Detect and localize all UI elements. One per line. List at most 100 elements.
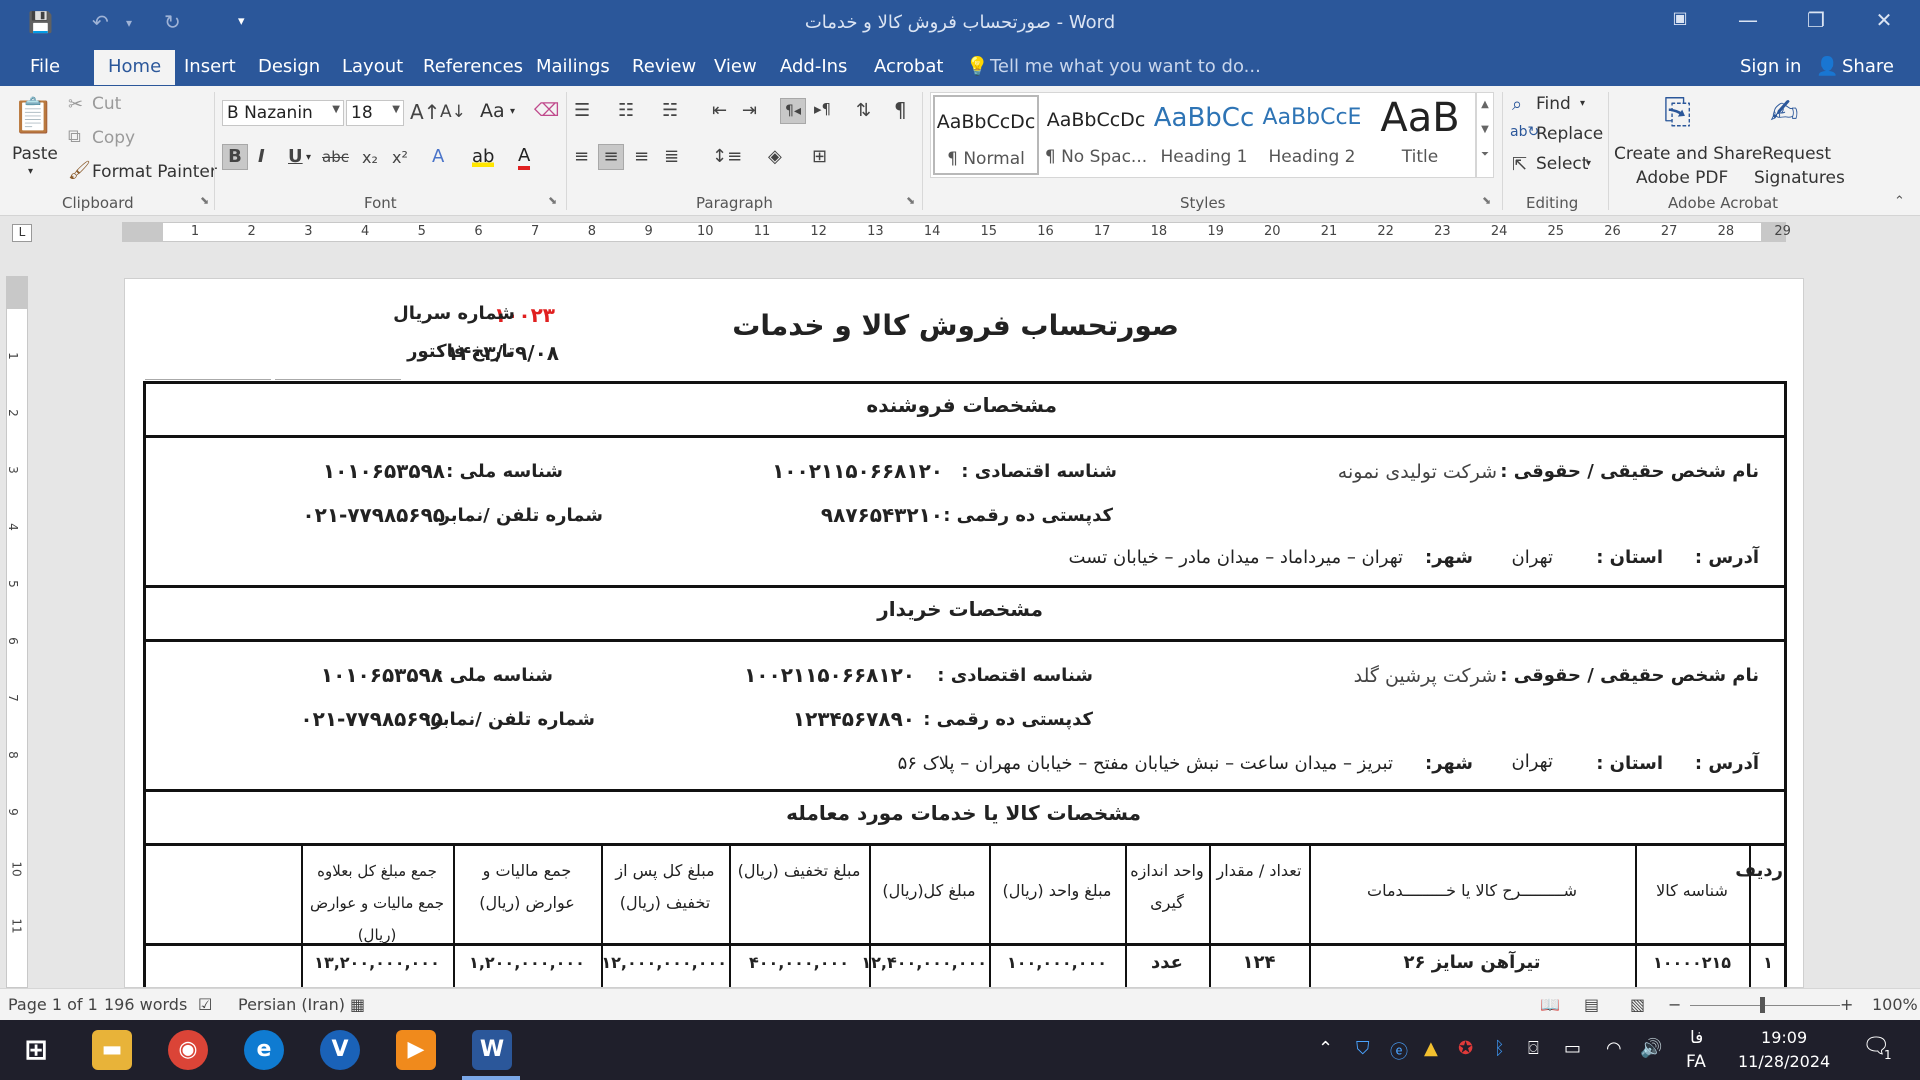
tab-file[interactable]: File — [30, 56, 60, 77]
bluetooth-icon[interactable]: ᛒ — [1494, 1038, 1505, 1059]
create-share-pdf-line2[interactable]: Adobe PDF — [1636, 168, 1728, 188]
font-name-combo[interactable]: B Nazanin ▼ — [222, 100, 344, 126]
volume-icon[interactable]: 🔊 — [1640, 1038, 1662, 1059]
scroll-down-icon[interactable]: ▼ — [1477, 124, 1493, 135]
input-language[interactable]: FA — [1686, 1052, 1706, 1072]
style-heading-2[interactable]: AaBbCcE Heading 2 — [1259, 95, 1365, 175]
web-layout-icon[interactable]: ▧ — [1630, 995, 1645, 1014]
paragraph-launcher-icon[interactable]: ⬊ — [906, 194, 915, 207]
collapse-ribbon-icon[interactable]: ⌃ — [1894, 194, 1905, 209]
copy-button[interactable]: Copy — [92, 128, 135, 148]
scroll-up-icon[interactable]: ▲ — [1477, 99, 1493, 110]
clipboard-launcher-icon[interactable]: ⬊ — [200, 194, 209, 207]
request-signatures-line2[interactable]: Signatures — [1754, 168, 1845, 188]
align-right-icon[interactable]: ≡ — [634, 146, 649, 167]
restore-button[interactable]: ❐ — [1796, 8, 1836, 32]
text-effects-icon[interactable]: A — [432, 146, 444, 167]
print-layout-icon[interactable]: ▤ — [1584, 995, 1599, 1014]
file-explorer-icon[interactable]: ▬ — [92, 1030, 132, 1070]
multilevel-list-icon[interactable]: ☵ — [662, 100, 678, 121]
style-no-spacing[interactable]: AaBbCcDc ¶ No Spac... — [1043, 95, 1149, 175]
document-page[interactable]: ۱۰۰۲۳ ۱۴۰۳/۰۹/۰۸ شماره سریال تاریخ فاکتو… — [124, 278, 1804, 988]
shading-icon[interactable]: ◈ — [768, 146, 782, 167]
ribbon-display-options-icon[interactable]: ▣ — [1660, 8, 1700, 27]
superscript-button[interactable]: x² — [392, 148, 408, 167]
clock[interactable]: 19:09 11/28/2024 — [1738, 1026, 1830, 1074]
word-count[interactable]: 196 words — [104, 995, 187, 1014]
font-size-combo[interactable]: 18 ▼ — [346, 100, 404, 126]
zoom-slider-track[interactable] — [1690, 1005, 1840, 1006]
media-player-icon[interactable]: ▶ — [396, 1030, 436, 1070]
show-formatting-icon[interactable]: ¶ — [894, 98, 907, 122]
tab-references[interactable]: References — [423, 56, 523, 77]
create-share-pdf-line1[interactable]: Create and Share — [1614, 144, 1762, 164]
tab-addins[interactable]: Add-Ins — [780, 56, 847, 77]
styles-gallery-scroll[interactable]: ▲ ▼ ⏷ — [1476, 92, 1494, 178]
align-center-icon[interactable]: ≡ — [598, 144, 624, 170]
tab-design[interactable]: Design — [258, 56, 320, 77]
underline-button[interactable]: U — [288, 146, 303, 167]
styles-launcher-icon[interactable]: ⬊ — [1482, 194, 1491, 207]
line-spacing-icon[interactable]: ↕≡ — [712, 146, 742, 167]
zoom-in-icon[interactable]: + — [1840, 995, 1853, 1014]
ltr-direction-icon[interactable]: ▸¶ — [814, 100, 831, 118]
italic-button[interactable]: I — [258, 146, 265, 167]
numbering-icon[interactable]: ☷ — [618, 100, 634, 121]
grow-font-icon[interactable]: A↑ — [410, 100, 440, 124]
language-indicator[interactable]: Persian (Iran) — [238, 995, 345, 1014]
input-language-short[interactable]: فا — [1690, 1028, 1703, 1048]
strikethrough-button[interactable]: abc — [322, 148, 349, 166]
chrome-icon[interactable]: ◉ — [168, 1030, 208, 1070]
vertical-ruler[interactable]: 1 2 3 4 5 6 7 8 9 10 11 — [6, 276, 28, 988]
style-title[interactable]: AaB Title — [1367, 95, 1473, 175]
antivirus-icon[interactable]: ✪ — [1458, 1038, 1473, 1059]
word-icon[interactable]: W — [472, 1030, 512, 1070]
chevron-down-icon[interactable]: ▾ — [1586, 158, 1591, 169]
request-signatures-line1[interactable]: Request — [1762, 144, 1831, 164]
paste-icon[interactable]: 📋 — [12, 96, 54, 136]
tell-me-search[interactable]: Tell me what you want to do... — [990, 56, 1261, 77]
chevron-up-icon[interactable]: ⌃ — [1318, 1038, 1333, 1059]
paste-button[interactable]: Paste — [12, 144, 58, 164]
zoom-out-icon[interactable]: − — [1668, 995, 1681, 1014]
font-launcher-icon[interactable]: ⬊ — [548, 194, 557, 207]
borders-icon[interactable]: ⊞ — [812, 146, 827, 167]
paste-dropdown-icon[interactable]: ▾ — [28, 166, 33, 177]
tab-home[interactable]: Home — [94, 50, 176, 85]
cut-button[interactable]: Cut — [92, 94, 121, 114]
justify-icon[interactable]: ≣ — [664, 146, 679, 167]
horizontal-ruler[interactable]: 1 2 3 4 5 6 7 8 9 10 11 12 13 14 15 16 17 18 19 20 21 22 23 24 2… — [122, 222, 1791, 242]
tab-review[interactable]: Review — [632, 56, 696, 77]
clear-formatting-icon[interactable]: ⌫ — [534, 100, 559, 121]
share-button[interactable]: Share — [1842, 56, 1894, 77]
style-heading-1[interactable]: AaBbCc Heading 1 — [1151, 95, 1257, 175]
highlight-icon[interactable]: ab — [472, 146, 495, 167]
bold-button[interactable]: B — [222, 144, 248, 170]
format-painter-button[interactable]: Format Painter — [92, 162, 217, 182]
style-normal[interactable]: AaBbCcDc ¶ Normal — [933, 95, 1039, 175]
minimize-button[interactable]: — — [1728, 8, 1768, 32]
proofing-icon[interactable]: ☑ — [198, 995, 212, 1014]
sort-icon[interactable]: ⇅ — [856, 100, 871, 121]
select-button[interactable]: Select — [1536, 154, 1588, 174]
edge-icon[interactable]: e — [244, 1030, 284, 1070]
sign-in-link[interactable]: Sign in — [1740, 56, 1801, 77]
macro-recording-icon[interactable]: ▦ — [350, 995, 365, 1014]
tray-e-icon[interactable]: ⓔ — [1390, 1038, 1408, 1064]
tab-layout[interactable]: Layout — [342, 56, 403, 77]
page-count[interactable]: Page 1 of 1 — [8, 995, 98, 1014]
windows-start-icon[interactable]: ⊞ — [16, 1030, 56, 1070]
chevron-down-icon[interactable]: ▾ — [306, 152, 311, 163]
tab-selector-icon[interactable]: L — [12, 224, 32, 242]
tab-view[interactable]: View — [714, 56, 757, 77]
change-case-button[interactable]: Aa — [480, 100, 505, 122]
increase-indent-icon[interactable]: ⇥ — [742, 100, 757, 121]
close-button[interactable]: ✕ — [1864, 8, 1904, 32]
subscript-button[interactable]: x₂ — [362, 148, 378, 167]
bullets-icon[interactable]: ☰ — [574, 100, 590, 121]
battery-icon[interactable]: ▭ — [1564, 1038, 1581, 1059]
shrink-font-icon[interactable]: A↓ — [440, 102, 466, 122]
chevron-down-icon[interactable]: ▾ — [510, 106, 515, 117]
tab-insert[interactable]: Insert — [184, 56, 236, 77]
tray-app-icon[interactable]: ⛉ — [1356, 1038, 1370, 1059]
